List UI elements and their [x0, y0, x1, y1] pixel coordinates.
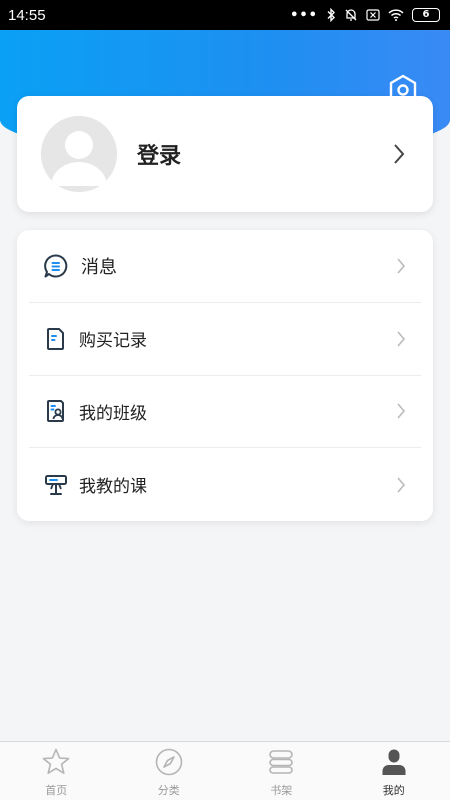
menu-item-my-class[interactable]: 我的班级: [29, 376, 421, 449]
teaching-icon: [43, 472, 69, 498]
chevron-right-icon: [393, 329, 409, 349]
menu-card: 消息 购买记录 我的班级 我教的课: [17, 230, 433, 521]
default-avatar-icon: [41, 116, 117, 192]
purchase-record-icon: [43, 326, 69, 352]
chevron-right-icon: [393, 401, 409, 421]
chevron-right-icon: [393, 475, 409, 495]
tab-label-home: 首页: [45, 784, 68, 797]
bluetooth-icon: [327, 8, 335, 22]
tab-label-mine: 我的: [382, 784, 405, 797]
chevron-right-icon: [393, 256, 409, 276]
menu-label-purchase-records: 购买记录: [79, 331, 147, 352]
person-icon: [378, 746, 410, 778]
message-icon: [43, 253, 69, 279]
menu-item-messages[interactable]: 消息: [29, 230, 421, 303]
tab-home[interactable]: 首页: [0, 742, 113, 800]
avatar: [41, 116, 117, 192]
class-icon: [43, 398, 69, 424]
tab-mine[interactable]: 我的: [338, 742, 450, 800]
menu-label-my-teaching: 我教的课: [79, 477, 147, 498]
tab-bookshelf[interactable]: 书架: [225, 742, 338, 800]
bottom-tab-bar: 首页 分类 书架 我的: [0, 741, 450, 800]
login-chevron-icon: [389, 142, 409, 166]
battery-icon: 6: [412, 8, 440, 22]
menu-label-my-class: 我的班级: [79, 403, 147, 424]
login-label: 登录: [137, 144, 182, 169]
tab-label-category: 分类: [157, 784, 180, 797]
menu-item-purchase-records[interactable]: 购买记录: [29, 303, 421, 376]
login-card[interactable]: 登录: [17, 96, 433, 212]
star-icon: [40, 746, 72, 778]
sim-off-icon: [366, 9, 380, 21]
more-dots-icon: •••: [290, 7, 318, 23]
tab-category[interactable]: 分类: [113, 742, 226, 800]
status-bar: 14:55 ••• 6: [0, 0, 450, 30]
status-time: 14:55: [8, 6, 46, 24]
bookshelf-icon: [265, 746, 297, 778]
status-icons: ••• 6: [290, 8, 440, 23]
compass-icon: [153, 746, 185, 778]
wifi-icon: [388, 9, 404, 21]
menu-item-my-teaching[interactable]: 我教的课: [29, 448, 421, 521]
mute-bell-icon: [345, 9, 357, 21]
menu-label-messages: 消息: [81, 256, 117, 278]
tab-label-bookshelf: 书架: [270, 784, 293, 797]
